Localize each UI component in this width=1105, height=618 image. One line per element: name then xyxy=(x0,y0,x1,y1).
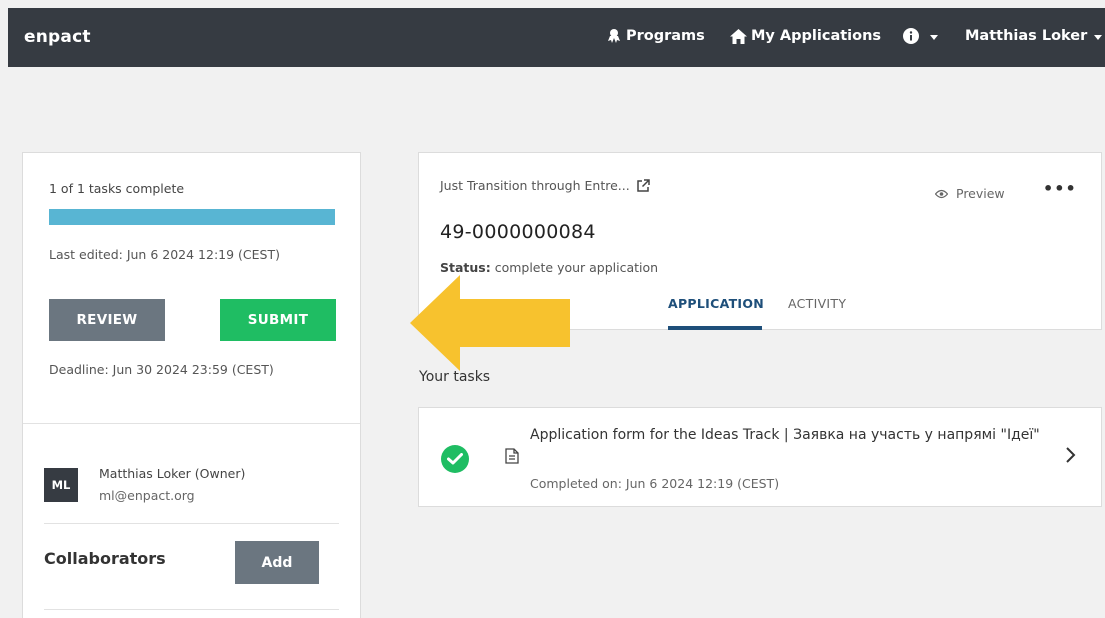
task-completed-date: Completed on: Jun 6 2024 12:19 (CEST) xyxy=(530,476,780,491)
more-options-icon[interactable]: ••• xyxy=(1043,179,1077,198)
submit-button[interactable]: SUBMIT xyxy=(220,299,336,341)
brand-logo[interactable]: enpact xyxy=(24,27,91,47)
nav-my-applications-label: My Applications xyxy=(751,28,882,44)
chevron-right-icon[interactable] xyxy=(1065,446,1077,464)
divider xyxy=(23,423,360,424)
status-label: Status: xyxy=(440,260,491,275)
chevron-down-icon xyxy=(930,34,938,40)
info-menu[interactable] xyxy=(903,28,938,44)
progress-bar-fill xyxy=(49,209,335,225)
progress-bar xyxy=(49,209,335,225)
divider xyxy=(44,523,339,524)
owner-email: ml@enpact.org xyxy=(99,488,195,503)
tab-activity[interactable]: ACTIVITY xyxy=(788,296,846,311)
user-name: Matthias Loker xyxy=(965,28,1088,44)
divider xyxy=(44,609,339,610)
status-value: complete your application xyxy=(490,260,659,275)
nav-my-applications[interactable]: My Applications xyxy=(730,28,881,44)
your-tasks-heading: Your tasks xyxy=(419,369,491,385)
info-icon xyxy=(903,28,919,44)
avatar: ML xyxy=(44,468,78,502)
review-button[interactable]: REVIEW xyxy=(49,299,165,341)
task-title: Application form for the Ideas Track | З… xyxy=(530,427,1040,443)
award-icon xyxy=(608,29,620,43)
chevron-down-icon xyxy=(1094,34,1103,40)
nav-programs-label: Programs xyxy=(626,28,705,44)
program-name: Just Transition through Entre... xyxy=(440,178,630,193)
top-navbar: enpact Programs My Applications Matthias… xyxy=(8,8,1105,67)
eye-icon xyxy=(935,189,948,198)
nav-programs[interactable]: Programs xyxy=(606,28,705,44)
active-tab-indicator xyxy=(668,326,762,330)
tab-application[interactable]: APPLICATION xyxy=(668,296,764,311)
arrow-annotation-icon xyxy=(410,275,570,371)
application-status: Status: complete your application xyxy=(440,260,658,275)
preview-label: Preview xyxy=(956,186,1005,201)
application-id: 49-0000000084 xyxy=(440,221,596,243)
external-link-icon xyxy=(636,178,650,192)
home-icon xyxy=(730,28,747,44)
deadline-text: Deadline: Jun 30 2024 23:59 (CEST) xyxy=(49,362,274,377)
program-link[interactable]: Just Transition through Entre... xyxy=(440,178,650,193)
owner-name: Matthias Loker (Owner) xyxy=(99,466,246,481)
preview-button[interactable]: Preview xyxy=(935,186,1005,201)
check-circle-icon xyxy=(441,445,469,473)
collaborators-heading: Collaborators xyxy=(44,549,166,568)
application-sidebar: 1 of 1 tasks complete Last edited: Jun 6… xyxy=(22,152,361,618)
tasks-complete-text: 1 of 1 tasks complete xyxy=(49,181,185,196)
last-edited-text: Last edited: Jun 6 2024 12:19 (CEST) xyxy=(49,247,280,262)
document-icon xyxy=(505,448,519,464)
user-menu[interactable]: Matthias Loker xyxy=(965,28,1103,44)
task-item[interactable]: Application form for the Ideas Track | З… xyxy=(418,407,1102,507)
add-collaborator-button[interactable]: Add xyxy=(235,541,319,584)
